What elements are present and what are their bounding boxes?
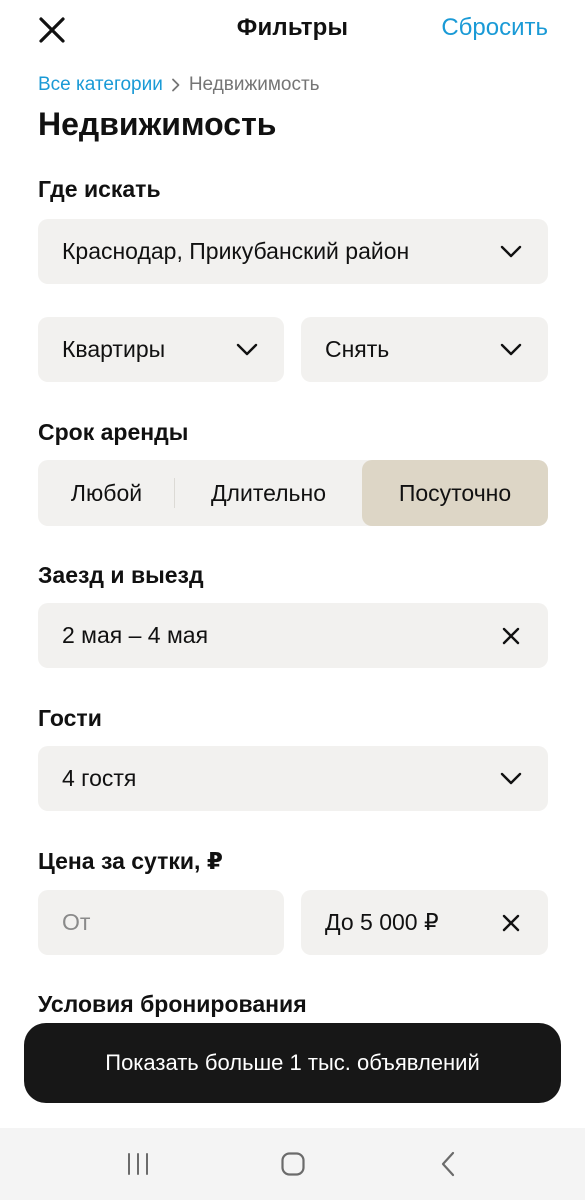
chevron-down-icon — [498, 766, 524, 792]
dates-label: Заезд и выезд — [38, 562, 204, 588]
breadcrumb: Все категории Недвижимость — [38, 72, 320, 98]
location-value: Краснодар, Прикубанский район — [62, 238, 410, 264]
price-from-placeholder: От — [62, 909, 91, 935]
filters-screen: Фильтры Сбросить Все категории Недвижимо… — [0, 0, 585, 1200]
back-icon — [441, 1151, 454, 1177]
dates-field[interactable]: 2 мая – 4 мая — [38, 603, 548, 668]
guests-select[interactable]: 4 гостя — [38, 746, 548, 811]
property-type-select[interactable]: Квартиры — [38, 317, 284, 382]
booking-conditions-label: Условия бронирования — [38, 991, 307, 1017]
location-select[interactable]: Краснодар, Прикубанский район — [38, 219, 548, 284]
price-from-input[interactable]: От — [38, 890, 284, 955]
clear-dates-button[interactable] — [498, 623, 524, 649]
recent-apps-button[interactable] — [108, 1134, 168, 1194]
chevron-down-icon — [498, 337, 524, 363]
show-results-label: Показать больше 1 тыс. объявлений — [105, 1050, 480, 1075]
system-nav-bar — [0, 1128, 585, 1200]
close-icon — [502, 914, 520, 931]
breadcrumb-all-categories[interactable]: Все категории — [38, 74, 163, 96]
guests-label: Гости — [38, 705, 102, 731]
home-button[interactable] — [263, 1134, 323, 1194]
deal-type-value: Снять — [325, 336, 390, 362]
guests-value: 4 гостя — [62, 765, 137, 791]
chevron-down-icon — [234, 337, 260, 363]
breadcrumb-current: Недвижимость — [188, 74, 320, 95]
chevron-right-icon — [171, 78, 181, 92]
price-to-value: До 5 000 ₽ — [325, 909, 439, 935]
rental-term-option-label: Длительно — [210, 479, 327, 506]
rental-term-option-any[interactable]: Любой — [38, 460, 175, 526]
rental-term-option-long[interactable]: Длительно — [175, 460, 362, 526]
top-bar: Фильтры Сбросить — [0, 0, 585, 60]
back-button[interactable] — [418, 1134, 478, 1194]
rental-term-option-label: Посуточно — [398, 479, 512, 506]
rental-term-label: Срок аренды — [38, 419, 189, 445]
show-results-button[interactable]: Показать больше 1 тыс. объявлений — [24, 1023, 561, 1103]
page-title: Недвижимость — [38, 106, 277, 142]
recent-apps-icon — [127, 1153, 148, 1175]
close-icon — [502, 627, 520, 644]
deal-type-select[interactable]: Снять — [301, 317, 548, 382]
home-icon — [280, 1152, 305, 1176]
chevron-down-icon — [498, 239, 524, 265]
rental-term-segmented: Любой Длительно Посуточно — [38, 460, 548, 526]
clear-price-button[interactable] — [498, 910, 524, 936]
price-to-input[interactable]: До 5 000 ₽ — [301, 890, 548, 955]
location-label: Где искать — [38, 176, 161, 202]
rental-term-option-label: Любой — [70, 479, 143, 506]
price-label: Цена за сутки, ₽ — [38, 848, 223, 874]
dates-value: 2 мая – 4 мая — [62, 622, 209, 648]
property-type-value: Квартиры — [62, 336, 166, 362]
reset-button[interactable]: Сбросить — [441, 14, 548, 42]
rental-term-option-daily[interactable]: Посуточно — [362, 460, 548, 526]
